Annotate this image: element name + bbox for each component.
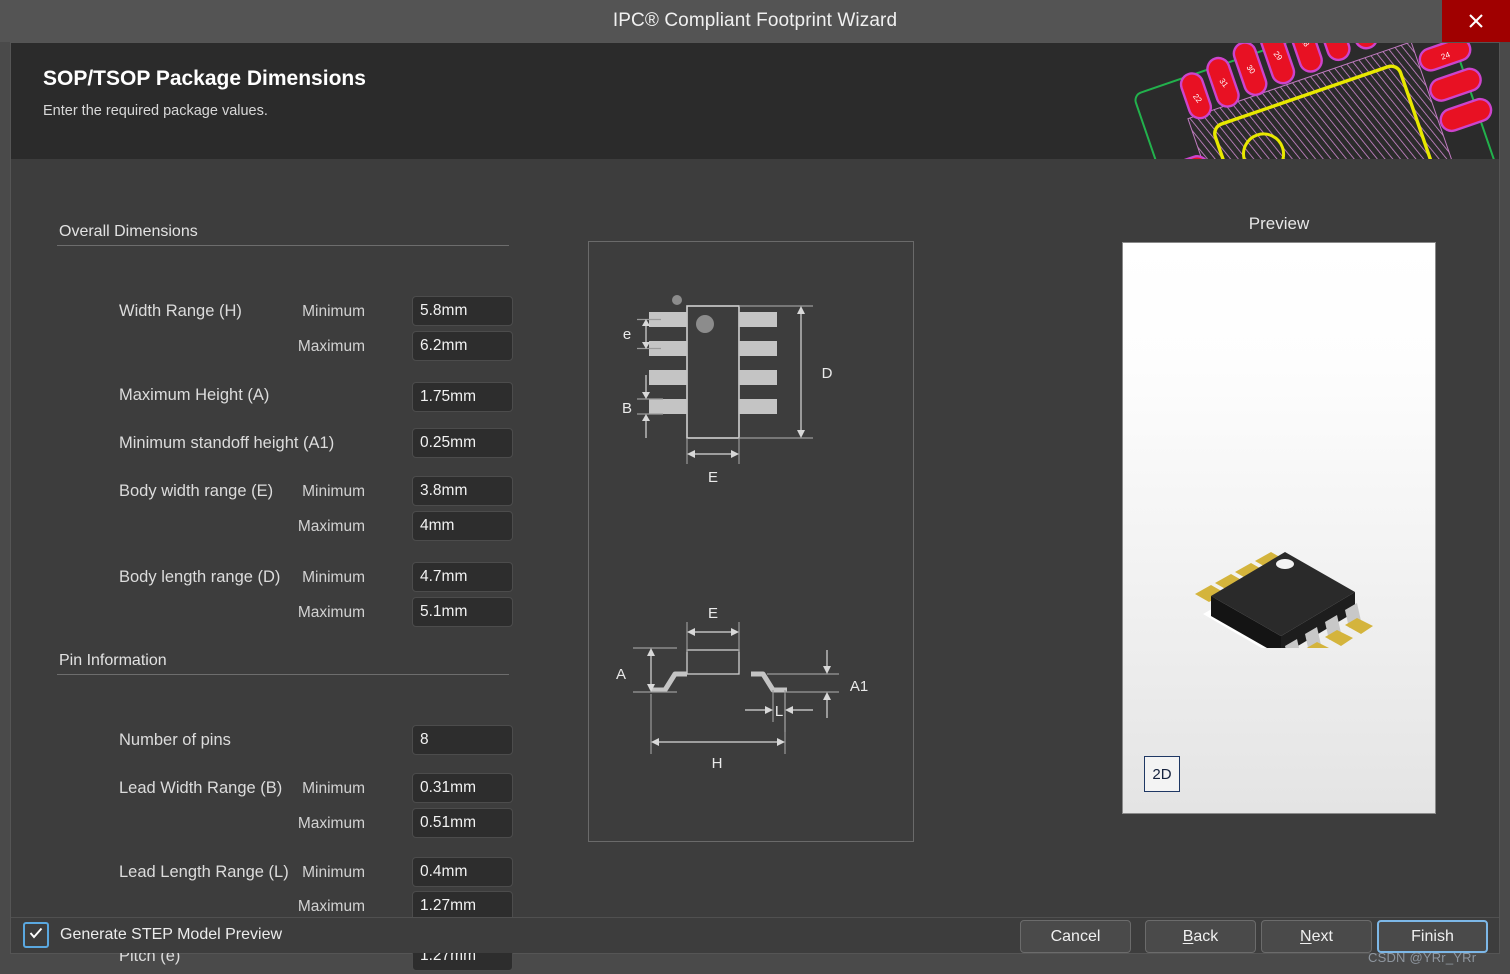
label-body-width-minimum: Minimum xyxy=(302,483,365,500)
finish-button[interactable]: Finish xyxy=(1377,920,1488,953)
label-lead-length-range: Lead Length Range (L) xyxy=(119,863,289,881)
back-button-label: Back xyxy=(1183,928,1219,946)
section-header-pin-information: Pin Information xyxy=(57,645,509,675)
wizard-banner: 22 31 30 29 24 SOP/TSOP Package Dimensio… xyxy=(11,43,1499,159)
title-bar: IPC® Compliant Footprint Wizard xyxy=(0,0,1510,42)
svg-text:e: e xyxy=(623,326,631,343)
back-button[interactable]: Back xyxy=(1145,920,1256,953)
page-title: SOP/TSOP Package Dimensions xyxy=(43,67,366,90)
svg-text:A1: A1 xyxy=(850,678,868,695)
minimum-standoff-input[interactable] xyxy=(412,428,513,458)
next-accel-key: N xyxy=(1300,927,1312,945)
sop8-3d-chip-model xyxy=(1133,418,1427,670)
label-lead-length-minimum: Minimum xyxy=(302,864,365,881)
label-minimum-standoff: Minimum standoff height (A1) xyxy=(119,434,335,452)
next-button-label: Next xyxy=(1300,928,1333,946)
width-range-max-input[interactable] xyxy=(412,331,513,361)
label-width-minimum: Minimum xyxy=(302,303,365,320)
body-width-max-input[interactable] xyxy=(412,511,513,541)
section-header-overall-dimensions: Overall Dimensions xyxy=(57,216,509,246)
close-button[interactable] xyxy=(1442,0,1510,42)
cancel-button-label: Cancel xyxy=(1050,927,1101,945)
svg-text:H: H xyxy=(712,755,723,772)
label-maximum-height: Maximum Height (A) xyxy=(119,386,270,404)
label-number-of-pins: Number of pins xyxy=(119,731,231,749)
view-mode-label: 2D xyxy=(1152,765,1172,783)
label-body-length-maximum: Maximum xyxy=(297,604,365,621)
finish-button-label: Finish xyxy=(1411,927,1454,945)
label-lead-width-range: Lead Width Range (B) xyxy=(119,779,283,797)
label-lead-width-maximum: Maximum xyxy=(297,815,365,832)
section-title: Pin Information xyxy=(59,652,167,669)
next-button-rest: ext xyxy=(1311,927,1333,945)
dialog-body: Overall Dimensions Width Range (H) Minim… xyxy=(11,159,1499,971)
back-accel-key: B xyxy=(1182,927,1194,945)
checkbox-box[interactable] xyxy=(23,922,49,948)
wizard-dialog: 22 31 30 29 24 SOP/TSOP Package Dimensio… xyxy=(10,42,1500,971)
label-body-length-range: Body length range (D) xyxy=(119,568,281,586)
svg-text:D: D xyxy=(822,365,833,382)
sop-package-dimension-diagram: e B D E E A A1 L H xyxy=(588,241,914,842)
window-title: IPC® Compliant Footprint Wizard xyxy=(612,10,898,31)
section-title: Overall Dimensions xyxy=(59,223,198,240)
body-length-min-input[interactable] xyxy=(412,562,513,592)
generate-step-model-checkbox[interactable]: Generate STEP Model Preview xyxy=(23,922,282,948)
svg-text:E: E xyxy=(708,605,718,622)
dialog-footer: Generate STEP Model Preview Cancel Back … xyxy=(11,917,1499,953)
page-subtitle: Enter the required package values. xyxy=(43,103,268,119)
lead-length-min-input[interactable] xyxy=(412,857,513,887)
label-width-maximum: Maximum xyxy=(297,338,365,355)
check-icon xyxy=(27,924,45,947)
checkbox-label: Generate STEP Model Preview xyxy=(60,926,283,943)
label-body-width-range: Body width range (E) xyxy=(119,482,274,500)
svg-text:B: B xyxy=(622,400,632,417)
width-range-min-input[interactable] xyxy=(412,296,513,326)
view-mode-toggle-2d[interactable]: 2D xyxy=(1144,756,1180,792)
preview-panel[interactable]: 2D xyxy=(1122,242,1436,814)
body-length-max-input[interactable] xyxy=(412,597,513,627)
label-lead-length-maximum: Maximum xyxy=(297,898,365,915)
label-body-length-minimum: Minimum xyxy=(302,569,365,586)
label-body-width-maximum: Maximum xyxy=(297,518,365,535)
close-icon xyxy=(1466,11,1486,31)
svg-text:A: A xyxy=(616,666,626,683)
maximum-height-input[interactable] xyxy=(412,382,513,412)
svg-text:E: E xyxy=(708,469,718,486)
cancel-button[interactable]: Cancel xyxy=(1020,920,1131,953)
pcb-footprint-artwork: 22 31 30 29 24 xyxy=(1127,43,1499,159)
next-button[interactable]: Next xyxy=(1261,920,1372,953)
body-width-min-input[interactable] xyxy=(412,476,513,506)
number-of-pins-input[interactable] xyxy=(412,725,513,755)
lead-width-max-input[interactable] xyxy=(412,808,513,838)
label-width-range: Width Range (H) xyxy=(119,302,242,320)
lead-width-min-input[interactable] xyxy=(412,773,513,803)
svg-text:L: L xyxy=(775,703,783,720)
back-button-rest: ack xyxy=(1193,927,1219,945)
preview-title: Preview xyxy=(1248,214,1310,233)
dimensions-form: Overall Dimensions Width Range (H) Minim… xyxy=(57,159,557,971)
label-lead-width-minimum: Minimum xyxy=(302,780,365,797)
